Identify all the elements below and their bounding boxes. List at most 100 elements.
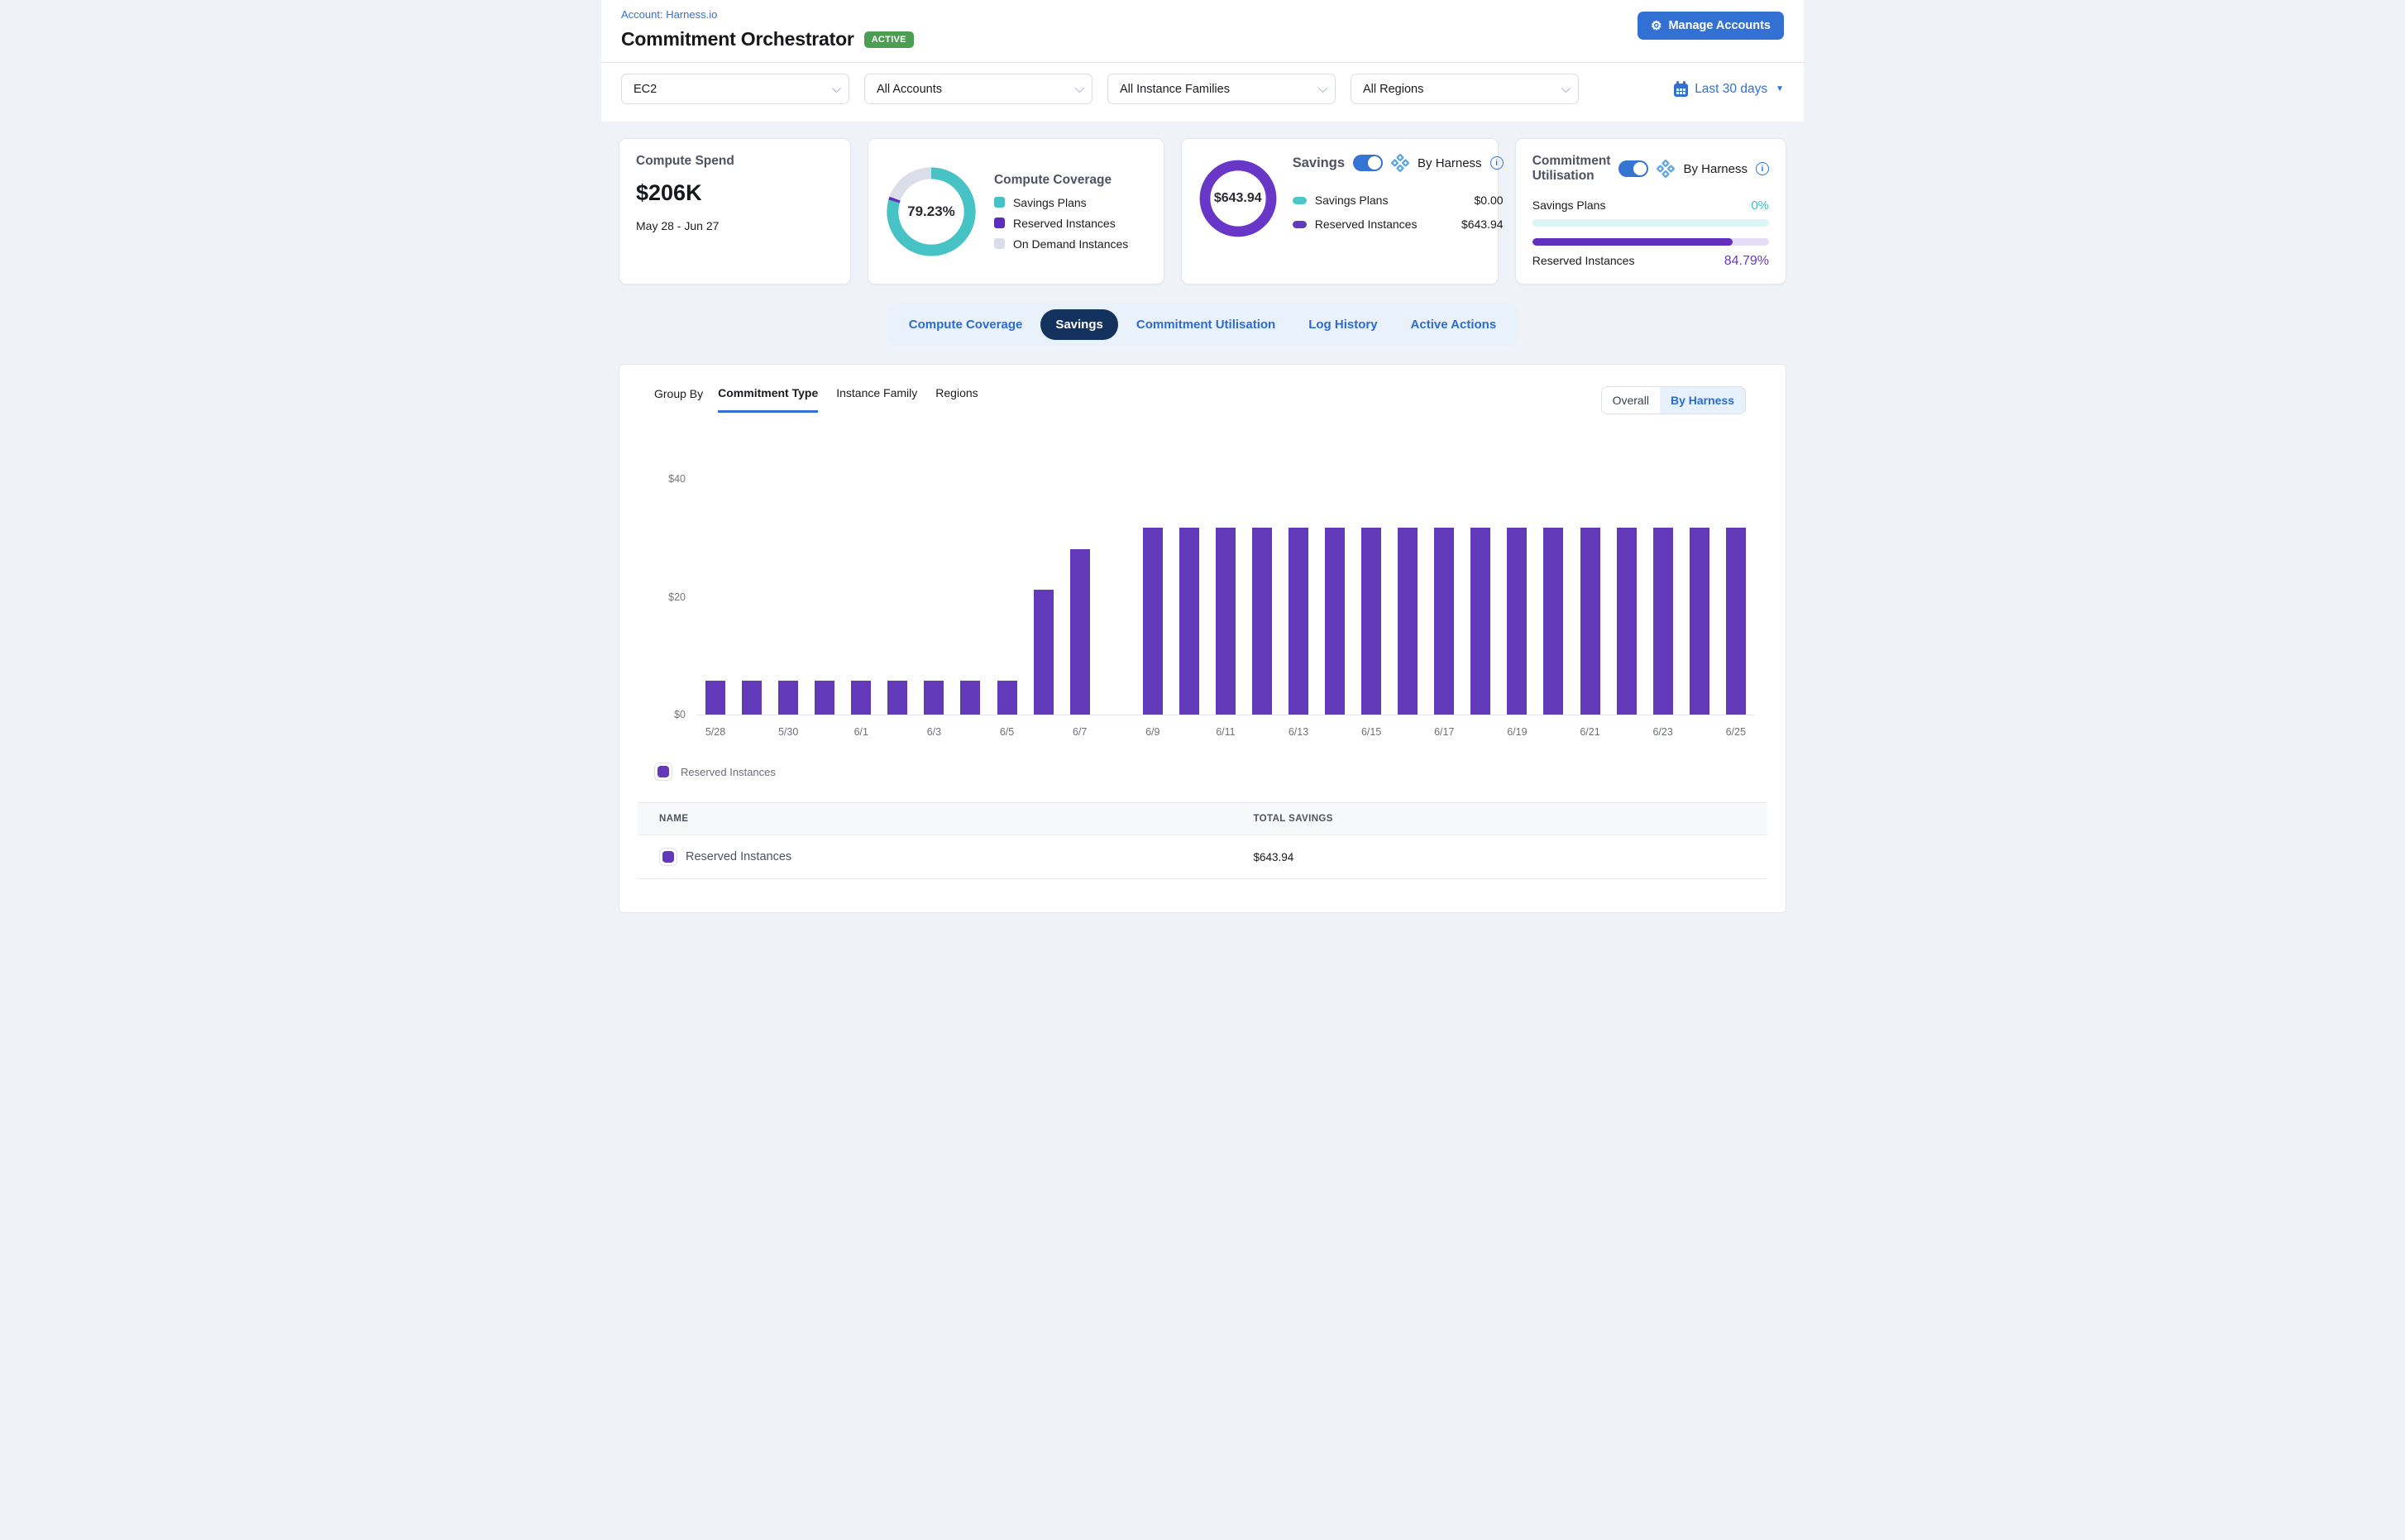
x-axis-tick-label <box>1098 726 1135 738</box>
bar-6/20[interactable] <box>1543 528 1563 715</box>
commitment-utilisation-card: Commitment Utilisation <box>1515 138 1786 285</box>
x-axis-tick-label: 6/7 <box>1062 726 1098 738</box>
bar-6/19[interactable] <box>1507 528 1527 715</box>
bar-6/18[interactable] <box>1470 528 1490 715</box>
bar-6/14[interactable] <box>1325 528 1345 715</box>
row-name: Reserved Instances <box>686 850 791 863</box>
legend-label: Savings Plans <box>1013 196 1087 209</box>
bar-5/31[interactable] <box>815 681 834 715</box>
legend-swatch <box>994 218 1005 228</box>
y-axis-tick-label: $20 <box>654 591 686 603</box>
compute-spend-title: Compute Spend <box>636 154 834 169</box>
tab-commitment-utilisation[interactable]: Commitment Utilisation <box>1121 309 1290 340</box>
bar-6/12[interactable] <box>1252 528 1272 715</box>
service-dropdown-value: EC2 <box>634 83 657 96</box>
bar-6/3[interactable] <box>924 681 944 715</box>
bar-6/24[interactable] <box>1690 528 1709 715</box>
savings-card: $643.94 Savings <box>1181 138 1499 285</box>
bar-6/22[interactable] <box>1617 528 1637 715</box>
regions-dropdown-value: All Regions <box>1363 83 1423 96</box>
group-by-instance-family[interactable]: Instance Family <box>836 386 917 410</box>
instance-families-dropdown-value: All Instance Families <box>1120 83 1230 96</box>
bar-6/23[interactable] <box>1653 528 1673 715</box>
app-header: Account: Harness.io Commitment Orchestra… <box>601 0 1804 63</box>
bar-6/10[interactable] <box>1179 528 1199 715</box>
coverage-donut-center-value: 79.23% <box>885 165 978 258</box>
date-range-picker[interactable]: Last 30 days ▼ <box>1674 82 1784 97</box>
segment-by-harness[interactable]: By Harness <box>1660 387 1745 414</box>
bar-5/28[interactable] <box>705 681 725 715</box>
bar-6/9[interactable] <box>1143 528 1163 715</box>
x-axis-tick-label <box>734 726 770 738</box>
x-axis-tick-label <box>1171 726 1207 738</box>
savings-by-harness-toggle[interactable] <box>1353 155 1383 171</box>
bar-6/15[interactable] <box>1361 528 1381 715</box>
regions-dropdown[interactable]: All Regions <box>1351 74 1579 104</box>
legend-label: Reserved Instances <box>1013 217 1116 230</box>
bar-slot <box>1207 467 1244 715</box>
savings-row-savings-plans: Savings Plans $0.00 <box>1293 194 1504 207</box>
compute-coverage-card: 79.23% Compute Coverage Savings Plans Re… <box>868 138 1164 285</box>
bar-slot <box>1499 467 1535 715</box>
segment-overall[interactable]: Overall <box>1602 387 1660 414</box>
savings-donut-center-value: $643.94 <box>1198 159 1278 238</box>
legend-label: On Demand Instances <box>1013 237 1128 251</box>
manage-accounts-button[interactable]: ⚙ Manage Accounts <box>1638 12 1784 40</box>
progress-fill <box>1532 238 1733 246</box>
bar-6/17[interactable] <box>1434 528 1454 715</box>
x-axis-tick-label: 5/30 <box>770 726 806 738</box>
bar-slot <box>1317 467 1353 715</box>
bar-6/5[interactable] <box>997 681 1017 715</box>
tab-compute-coverage[interactable]: Compute Coverage <box>894 309 1038 340</box>
bar-6/25[interactable] <box>1726 528 1746 715</box>
bar-slot <box>1062 467 1098 715</box>
info-icon[interactable]: i <box>1490 156 1504 170</box>
instance-families-dropdown[interactable]: All Instance Families <box>1107 74 1336 104</box>
bar-slot <box>916 467 952 715</box>
bar-slot <box>1681 467 1718 715</box>
tab-savings[interactable]: Savings <box>1040 309 1118 340</box>
y-axis-tick-label: $0 <box>654 709 686 720</box>
savings-donut-chart: $643.94 <box>1198 159 1278 238</box>
bar-6/6[interactable] <box>1034 590 1054 715</box>
bar-6/4[interactable] <box>960 681 980 715</box>
x-axis-tick-label: 6/11 <box>1207 726 1244 738</box>
manage-accounts-label: Manage Accounts <box>1668 19 1771 32</box>
bar-6/21[interactable] <box>1580 528 1600 715</box>
accounts-dropdown[interactable]: All Accounts <box>864 74 1093 104</box>
bar-6/7[interactable] <box>1070 549 1090 715</box>
bar-slot <box>1280 467 1317 715</box>
chart-plot-area: $0$20$40 <box>697 467 1754 715</box>
bar-6/16[interactable] <box>1398 528 1418 715</box>
x-axis-tick-label <box>1317 726 1353 738</box>
table-row[interactable]: Reserved Instances $643.94 <box>638 835 1767 879</box>
service-dropdown[interactable]: EC2 <box>621 74 849 104</box>
bar-slot <box>1353 467 1389 715</box>
bar-slot <box>1462 467 1499 715</box>
bar-6/2[interactable] <box>887 681 907 715</box>
bar-6/11[interactable] <box>1216 528 1236 715</box>
x-axis-tick-label: 6/15 <box>1353 726 1389 738</box>
bar-6/1[interactable] <box>851 681 871 715</box>
x-axis-tick-label <box>1462 726 1499 738</box>
x-axis-tick-label <box>1026 726 1062 738</box>
bar-5/30[interactable] <box>778 681 798 715</box>
info-icon[interactable]: i <box>1756 162 1769 175</box>
bar-slot <box>1171 467 1207 715</box>
legend-checkbox[interactable] <box>654 763 672 781</box>
caret-down-icon: ▼ <box>1776 84 1784 93</box>
coverage-legend-savings-plans: Savings Plans <box>994 196 1128 209</box>
group-by-commitment-type[interactable]: Commitment Type <box>718 386 818 413</box>
summary-cards: Compute Spend $206K May 28 - Jun 27 79.2… <box>601 122 1804 285</box>
reserved-instances-progress-bar <box>1532 238 1769 246</box>
group-by-regions[interactable]: Regions <box>935 386 978 410</box>
bar-slot <box>1098 467 1135 715</box>
utilisation-by-harness-toggle[interactable] <box>1618 160 1648 177</box>
tab-log-history[interactable]: Log History <box>1293 309 1392 340</box>
bar-6/13[interactable] <box>1289 528 1308 715</box>
chart-bars <box>697 467 1754 715</box>
bar-5/29[interactable] <box>742 681 762 715</box>
tab-active-actions[interactable]: Active Actions <box>1396 309 1512 340</box>
account-link[interactable]: Account: Harness.io <box>621 8 914 21</box>
chart-legend-reserved-instances[interactable]: Reserved Instances <box>654 763 776 781</box>
